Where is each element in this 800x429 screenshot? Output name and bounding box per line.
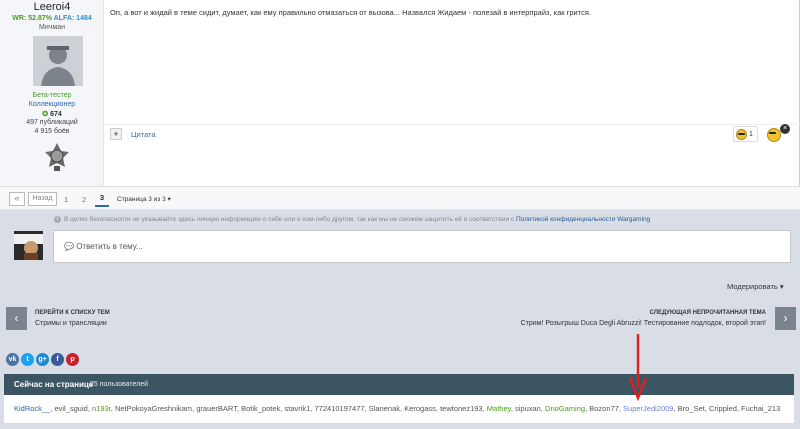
share-twitter-button[interactable]: t bbox=[21, 353, 34, 366]
online-user-link[interactable]: Slanenak bbox=[369, 404, 400, 413]
author-wr: WR: 52.87% bbox=[12, 15, 52, 22]
author-posts: 497 публикаций bbox=[26, 119, 78, 126]
chevron-left-icon: ‹ bbox=[14, 311, 19, 325]
divider bbox=[104, 124, 800, 125]
next-unread-topic[interactable]: Стрим! Розыгрыш Duca Degli Abruzzi! Тест… bbox=[521, 320, 766, 327]
share-google-plus-button[interactable]: g+ bbox=[36, 353, 49, 366]
online-user-link[interactable]: NetPokoyaGreshnikam bbox=[115, 404, 192, 413]
author-name[interactable]: Leeroi4 bbox=[0, 1, 104, 13]
online-user-link[interactable]: Kerogass bbox=[404, 404, 436, 413]
online-user-link[interactable]: grauerBART bbox=[196, 404, 237, 413]
medal-icon bbox=[45, 143, 69, 171]
prev-topic-button[interactable]: ‹ bbox=[6, 307, 27, 330]
author-rank: Мичман bbox=[39, 24, 65, 31]
avatar[interactable] bbox=[33, 36, 83, 86]
post-container: Leeroi4 WR: 52.87% ALFA: 1484 Мичман Бет… bbox=[0, 0, 800, 186]
page-jump-select[interactable]: Страница 3 из 3 ▾ bbox=[117, 195, 171, 203]
author-group-collector: Коллекционер bbox=[28, 101, 76, 108]
privacy-policy-link[interactable]: Политикой конфиденциальности Wargaming bbox=[516, 216, 650, 223]
default-avatar-icon bbox=[33, 36, 83, 86]
close-icon[interactable]: × bbox=[780, 124, 790, 134]
back-to-list-title[interactable]: ПЕРЕЙТИ К СПИСКУ ТЕМ bbox=[35, 310, 110, 316]
share-buttons: vk t g+ f p bbox=[6, 353, 79, 366]
comment-icon: 💬 bbox=[64, 242, 74, 251]
quote-button[interactable]: Цитата bbox=[131, 130, 156, 139]
reaction-summary[interactable]: 1 bbox=[733, 126, 758, 142]
user-avatar-icon bbox=[14, 231, 43, 260]
online-users-title: Сейчас на странице bbox=[14, 380, 94, 389]
online-user-link[interactable]: evil_sguid bbox=[54, 404, 87, 413]
prev-page-button[interactable]: Назад bbox=[28, 192, 57, 206]
reaction-emoji-icon bbox=[767, 128, 781, 142]
multiquote-button[interactable]: + bbox=[110, 128, 122, 140]
author-stats: WR: 52.87% ALFA: 1484 bbox=[0, 15, 104, 22]
online-users-count: 25 пользователей bbox=[90, 381, 149, 388]
online-user-link[interactable]: DnoGaming bbox=[545, 404, 585, 413]
author-alfa: ALFA: 1484 bbox=[53, 15, 92, 22]
share-vk-button[interactable]: vk bbox=[6, 353, 19, 366]
page-link-2[interactable]: 2 bbox=[82, 195, 86, 204]
online-user-link[interactable]: Bro_Set bbox=[678, 404, 705, 413]
info-icon: i bbox=[54, 216, 61, 223]
reaction-emoji-icon bbox=[736, 128, 747, 140]
online-user-link[interactable]: Fuchai_213 bbox=[741, 404, 780, 413]
next-unread-title[interactable]: СЛЕДУЮЩАЯ НЕПРОЧИТАННАЯ ТЕМА bbox=[650, 310, 766, 316]
share-pinterest-button[interactable]: p bbox=[66, 353, 79, 366]
post-body: Оп, а вот и жидай в теме сидит, думает, … bbox=[110, 8, 592, 17]
page-link-3-active[interactable]: 3 bbox=[95, 192, 109, 207]
online-users-list: KidRock__, evil_sguid, n193r, NetPokoyaG… bbox=[4, 395, 794, 423]
online-user-link[interactable]: sipuxan bbox=[515, 404, 541, 413]
page-link-1[interactable]: 1 bbox=[64, 195, 68, 204]
online-user-link[interactable]: n193r bbox=[92, 404, 111, 413]
privacy-notice: iВ целях безопасности не указывайте здес… bbox=[54, 216, 650, 223]
online-user-link[interactable]: 772410197477 bbox=[315, 404, 365, 413]
online-user-link[interactable]: Mathey bbox=[487, 404, 511, 413]
reply-editor[interactable]: 💬 Ответить в тему... bbox=[53, 230, 791, 263]
online-user-link[interactable]: Bozon77 bbox=[589, 404, 619, 413]
online-user-link[interactable]: tewtonez193 bbox=[440, 404, 483, 413]
author-panel: Leeroi4 WR: 52.87% ALFA: 1484 Мичман Бет… bbox=[0, 0, 104, 186]
online-user-link[interactable]: SuperJedi2009 bbox=[623, 404, 673, 413]
annotation-arrow-icon bbox=[628, 334, 648, 402]
online-users-header: Сейчас на странице 25 пользователей bbox=[4, 374, 794, 395]
author-reputation: ✪ 674 bbox=[42, 111, 62, 118]
author-group-beta: Бета-тестер bbox=[32, 92, 72, 99]
online-user-link[interactable]: Crippled bbox=[709, 404, 737, 413]
reputation-icon: ✪ bbox=[42, 111, 49, 118]
moderate-dropdown[interactable]: Модерировать ▾ bbox=[727, 282, 784, 291]
online-user-link[interactable]: Botik_potek bbox=[241, 404, 280, 413]
reply-placeholder: 💬 Ответить в тему... bbox=[64, 242, 143, 251]
pagination: « Назад 1 2 3 Страница 3 из 3 ▾ bbox=[0, 186, 800, 210]
current-user-avatar[interactable] bbox=[14, 231, 43, 260]
online-user-link[interactable]: stavrik1 bbox=[285, 404, 311, 413]
share-facebook-button[interactable]: f bbox=[51, 353, 64, 366]
author-battles: 4 915 боёв bbox=[34, 128, 70, 135]
online-users: KidRock__, evil_sguid, n193r, NetPokoyaG… bbox=[14, 404, 780, 413]
chevron-right-icon: › bbox=[783, 311, 788, 325]
next-topic-button[interactable]: › bbox=[775, 307, 796, 330]
back-to-list-forum[interactable]: Стримы и трансляции bbox=[35, 320, 107, 327]
online-user-link[interactable]: KidRock__ bbox=[14, 404, 50, 413]
first-page-button[interactable]: « bbox=[9, 192, 25, 206]
reaction-count: 1 bbox=[749, 130, 753, 138]
